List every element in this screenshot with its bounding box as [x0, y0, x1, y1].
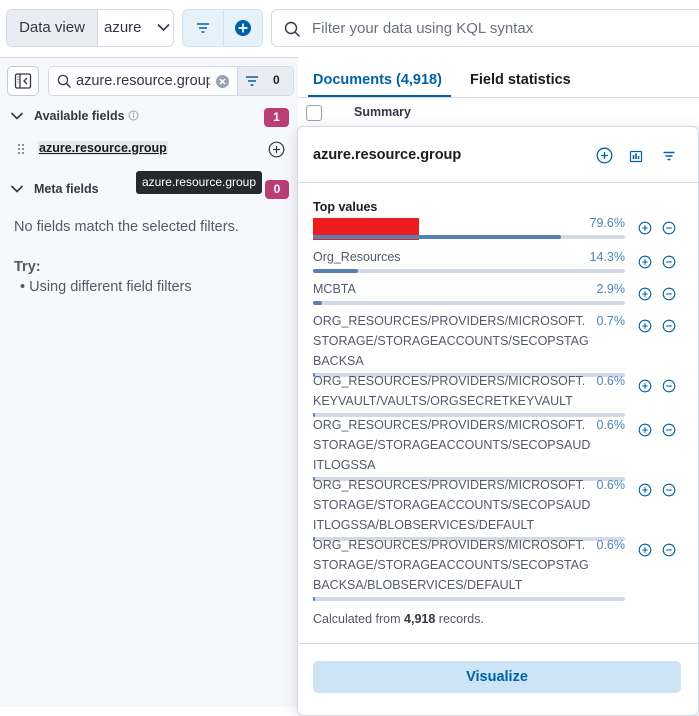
top-value-label: ORG_RESOURCES/PROVIDERS/MICROSOFT.STORAG…: [313, 314, 589, 368]
plus-circle-icon: [235, 20, 251, 36]
filter-icon[interactable]: [661, 148, 677, 164]
calc-suffix: records.: [438, 612, 484, 626]
filter-out-value-icon[interactable]: [662, 255, 676, 269]
data-view-value: azure: [104, 19, 142, 36]
filter-for-value-icon[interactable]: [638, 379, 652, 393]
filter-icon: [244, 73, 260, 89]
filter-for-value-icon[interactable]: [638, 255, 652, 269]
filter-menu-button[interactable]: [183, 10, 224, 46]
meta-fields-heading[interactable]: Meta fields: [34, 182, 99, 196]
top-value-bar-fill: [313, 235, 562, 239]
field-search-input[interactable]: azure.resource.group 0: [48, 66, 294, 96]
popover-title: azure.resource.group: [313, 147, 462, 163]
info-icon: [128, 110, 139, 121]
top-value-label: ORG_RESOURCES/PROVIDERS/MICROSOFT.STORAG…: [313, 538, 589, 592]
empty-fields-message: No fields match the selected filters.: [14, 219, 239, 235]
chevron-down-icon: [157, 23, 170, 32]
top-value-percent: 0.7%: [596, 314, 626, 328]
filter-out-value-icon[interactable]: [662, 221, 676, 235]
tabs-divider: [298, 97, 699, 98]
top-value-percent: 0.6%: [596, 538, 626, 552]
field-item-azure-resource-group[interactable]: azure.resource.group: [38, 141, 168, 155]
top-value-bar-fill: [313, 301, 323, 305]
field-search-value: azure.resource.group: [76, 73, 210, 89]
chevron-down-icon[interactable]: [10, 184, 24, 194]
popover-footer-divider: [298, 643, 698, 644]
top-value-label: MCBTA: [313, 282, 356, 296]
clear-search-icon[interactable]: [216, 75, 229, 88]
try-suggestion-text: Using different field filters: [29, 279, 192, 295]
field-type-filter-button[interactable]: 0: [237, 67, 293, 95]
filter-for-value-icon[interactable]: [638, 543, 652, 557]
search-icon: [284, 21, 301, 38]
data-view-label: Data view: [7, 10, 98, 46]
data-view-select[interactable]: azure: [97, 10, 173, 46]
top-value-label: Org_Resources: [313, 250, 401, 264]
filter-add-button-group: [182, 9, 263, 47]
calc-record-count: 4,918: [404, 612, 436, 626]
filter-for-value-icon[interactable]: [638, 287, 652, 301]
top-value-bar: [313, 301, 625, 305]
available-fields-heading[interactable]: Available fields: [34, 109, 125, 123]
filter-out-value-icon[interactable]: [662, 319, 676, 333]
meta-fields-count: 0: [265, 180, 289, 199]
top-value-percent: 0.6%: [596, 374, 626, 388]
drag-handle-icon[interactable]: [16, 143, 26, 155]
try-label: Try:: [14, 259, 41, 275]
top-value-percent: 14.3%: [589, 250, 625, 264]
top-value-percent: 0.6%: [596, 478, 626, 492]
filter-out-value-icon[interactable]: [662, 483, 676, 497]
kql-search-input[interactable]: Filter your data using KQL syntax: [271, 9, 699, 47]
tab-documents[interactable]: Documents (4,918): [313, 72, 442, 88]
sidebar-collapse-icon: [14, 73, 32, 89]
summary-column-header: Summary: [354, 105, 411, 119]
add-field-icon[interactable]: [596, 147, 613, 164]
tab-field-statistics[interactable]: Field statistics: [470, 72, 571, 88]
top-value-bar-fill: [313, 597, 315, 601]
add-filter-button[interactable]: [223, 10, 262, 46]
search-placeholder: Filter your data using KQL syntax: [312, 20, 534, 37]
top-value-bar: [313, 597, 625, 601]
calc-prefix: Calculated from: [313, 612, 401, 626]
available-fields-count: 1: [264, 108, 289, 127]
search-icon: [57, 74, 72, 89]
filter-out-value-icon[interactable]: [662, 423, 676, 437]
top-values-heading: Top values: [313, 200, 378, 214]
filter-for-value-icon[interactable]: [638, 423, 652, 437]
collapse-sidebar-button[interactable]: [7, 66, 39, 96]
select-all-checkbox[interactable]: [306, 105, 322, 121]
filter-out-value-icon[interactable]: [662, 287, 676, 301]
top-value-label: ORG_RESOURCES/PROVIDERS/MICROSOFT.KEYVAU…: [313, 374, 586, 408]
filter-for-value-icon[interactable]: [638, 319, 652, 333]
top-value-bar-fill: [313, 269, 358, 273]
top-value-percent: 0.6%: [596, 418, 626, 432]
filter-for-value-icon[interactable]: [638, 221, 652, 235]
top-value-bar: [313, 269, 625, 273]
calculation-note: Calculated from 4,918 records.: [313, 612, 484, 626]
add-field-icon[interactable]: [268, 141, 285, 158]
try-suggestion: • Using different field filters: [20, 279, 192, 295]
filter-icon: [197, 23, 209, 33]
top-value-label: ORG_RESOURCES/PROVIDERS/MICROSOFT.STORAG…: [313, 418, 591, 472]
filter-out-value-icon[interactable]: [662, 379, 676, 393]
data-view-picker[interactable]: Data view azure: [6, 9, 174, 47]
visualize-icon[interactable]: [628, 148, 644, 164]
visualize-button[interactable]: Visualize: [313, 661, 681, 693]
field-tooltip: azure.resource.group: [136, 171, 262, 194]
top-value-percent: 79.6%: [589, 216, 625, 230]
top-value-percent: 2.9%: [596, 282, 626, 296]
filter-count: 0: [273, 73, 280, 87]
top-value-bar: [313, 235, 625, 239]
chevron-down-icon[interactable]: [10, 111, 24, 121]
popover-header-divider: [298, 182, 698, 183]
top-value-label: ORG_RESOURCES/PROVIDERS/MICROSOFT.STORAG…: [313, 478, 591, 532]
filter-out-value-icon[interactable]: [662, 543, 676, 557]
filter-for-value-icon[interactable]: [638, 483, 652, 497]
